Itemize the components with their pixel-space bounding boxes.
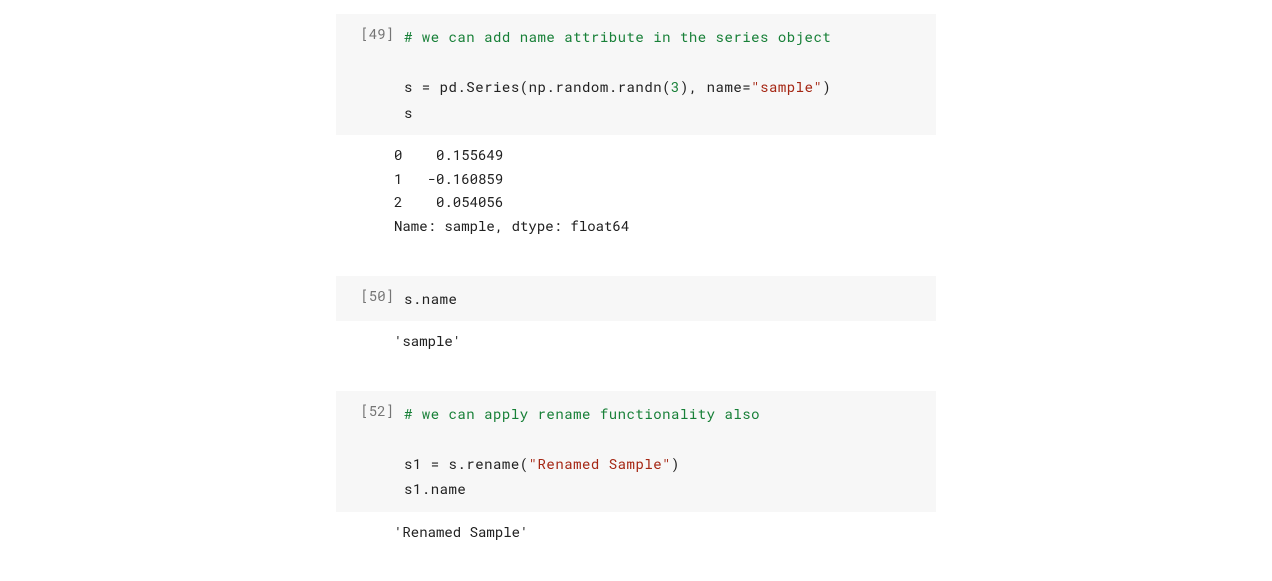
code-editor[interactable]: # we can apply rename functionality also… <box>404 401 928 502</box>
code-text: s.name <box>404 289 457 308</box>
code-cell: [50] s.name 'sample' <box>336 276 936 361</box>
code-text: s = pd.Series(np.random.randn( <box>404 77 671 96</box>
code-editor[interactable]: # we can add name attribute in the serie… <box>404 24 928 125</box>
code-text: s <box>404 103 413 122</box>
output-area: 'sample' <box>336 321 936 361</box>
code-editor[interactable]: s.name <box>404 286 928 311</box>
cell-output: 'Renamed Sample' <box>394 520 928 544</box>
code-string: "sample" <box>751 77 822 96</box>
code-text: ) <box>822 77 831 96</box>
execution-count: [50] <box>344 286 404 311</box>
execution-count: [52] <box>344 401 404 502</box>
code-string: "Renamed Sample" <box>529 454 671 473</box>
cell-output: 'sample' <box>394 329 928 353</box>
code-text: ), name= <box>680 77 751 96</box>
cell-output: 0 0.155649 1 -0.160859 2 0.054056 Name: … <box>394 143 928 238</box>
code-number: 3 <box>671 77 680 96</box>
output-gutter <box>344 143 394 238</box>
code-cell: [52] # we can apply rename functionality… <box>336 391 936 552</box>
execution-count: [49] <box>344 24 404 125</box>
input-area[interactable]: [50] s.name <box>336 276 936 321</box>
code-cell: [49] # we can add name attribute in the … <box>336 14 936 246</box>
code-text: ) <box>671 454 680 473</box>
output-gutter <box>344 329 394 353</box>
code-text: s1.name <box>404 479 466 498</box>
output-gutter <box>344 520 394 544</box>
output-area: 0 0.155649 1 -0.160859 2 0.054056 Name: … <box>336 135 936 246</box>
input-area[interactable]: [49] # we can add name attribute in the … <box>336 14 936 135</box>
code-comment: # we can apply rename functionality also <box>404 404 760 423</box>
input-area[interactable]: [52] # we can apply rename functionality… <box>336 391 936 512</box>
code-text: s1 = s.rename( <box>404 454 529 473</box>
output-area: 'Renamed Sample' <box>336 512 936 552</box>
notebook: [49] # we can add name attribute in the … <box>336 0 936 551</box>
code-comment: # we can add name attribute in the serie… <box>404 27 831 46</box>
